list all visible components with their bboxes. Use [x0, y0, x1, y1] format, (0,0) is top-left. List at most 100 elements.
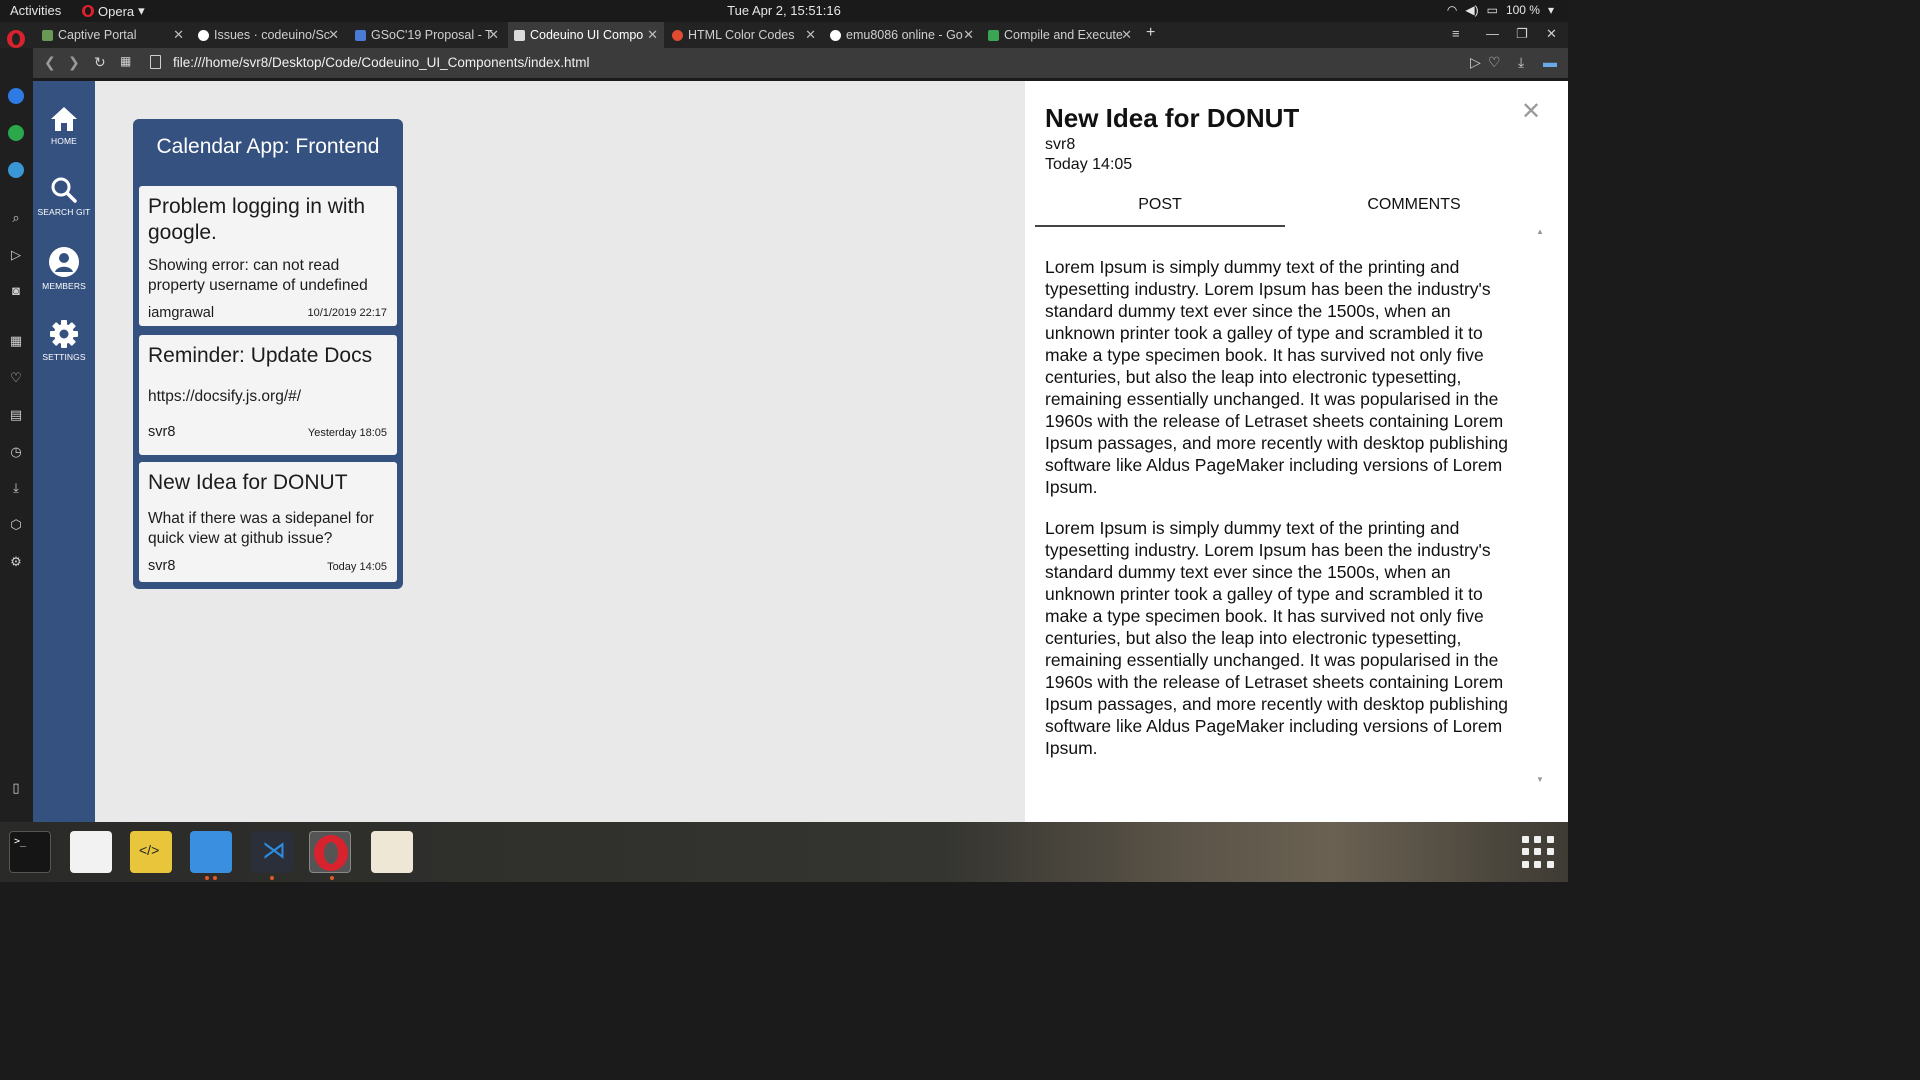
news-icon[interactable]: ▤ — [8, 407, 24, 423]
issue-card[interactable]: New Idea for DONUT What if there was a s… — [139, 462, 397, 582]
scroll-up-icon[interactable]: ▲ — [1536, 227, 1544, 236]
close-icon[interactable]: ✕ — [647, 27, 658, 43]
heart-icon[interactable]: ♡ — [1488, 54, 1501, 71]
terminal-icon[interactable]: >_ — [9, 831, 51, 873]
scroll-down-icon[interactable]: ▼ — [1536, 775, 1544, 784]
new-tab-button[interactable]: + — [1146, 24, 1155, 42]
post-paragraph: Lorem Ipsum is simply dummy text of the … — [1045, 518, 1509, 758]
running-indicator — [330, 876, 334, 880]
tab-comments[interactable]: COMMENTS — [1289, 196, 1539, 214]
system-top-bar: Activities Opera ▾ Tue Apr 2, 15:51:16 ◠… — [0, 0, 1568, 22]
issue-description: What if there was a sidepanel for quick … — [148, 510, 374, 547]
back-icon[interactable]: ❮ — [44, 54, 56, 71]
messenger-icon[interactable] — [8, 88, 24, 104]
history-icon[interactable]: ◷ — [8, 444, 24, 460]
minimize-icon[interactable]: — — [1486, 26, 1499, 41]
board-column: Calendar App: Frontend Problem logging i… — [133, 119, 403, 589]
close-icon[interactable]: ✕ — [488, 27, 499, 43]
downloads-icon[interactable]: ⤓ — [8, 480, 24, 496]
issue-author: svr8 — [148, 424, 176, 440]
opera-sidebar: ⌕ ▷ ◙ ▦ ♡ ▤ ◷ ⤓ ⬡ ⚙ ▯ — [0, 48, 33, 822]
tab-gsoc-proposal[interactable]: GSoC'19 Proposal - T ✕ — [349, 22, 505, 48]
tab-title: Captive Portal — [58, 28, 137, 42]
detail-author: svr8 — [1045, 136, 1076, 153]
battery-saver-icon[interactable]: ▬ — [1543, 54, 1557, 70]
show-apps-icon[interactable] — [1522, 836, 1554, 868]
whatsapp-icon[interactable] — [8, 125, 24, 141]
clock[interactable]: Tue Apr 2, 15:51:16 — [0, 3, 1568, 18]
system-tray[interactable]: ◠ ◀) ▭ 100 % ▾ — [1447, 3, 1554, 17]
issue-title: New Idea for DONUT — [148, 471, 348, 494]
tab-title: Compile and Execute — [1004, 28, 1123, 42]
opera-dock-icon[interactable] — [309, 831, 351, 873]
volume-icon: ◀) — [1465, 3, 1479, 17]
nav-settings[interactable]: SETTINGS — [33, 319, 95, 362]
battery-level: 100 % — [1505, 3, 1540, 17]
tab-compile-execute[interactable]: Compile and Execute ✕ — [982, 22, 1138, 48]
home-icon — [51, 107, 77, 131]
close-icon[interactable]: ✕ — [1521, 97, 1541, 126]
issue-title: Problem logging in with google. — [148, 195, 366, 244]
telegram-icon[interactable] — [8, 162, 24, 178]
app-nav-panel: HOME SEARCH GIT MEMBERS SETTINGS — [33, 81, 95, 822]
tab-codeuino-ui[interactable]: Codeuino UI Compo ✕ — [508, 22, 664, 48]
opera-menu-icon[interactable] — [7, 30, 25, 48]
nav-search-git[interactable]: SEARCH GIT — [33, 176, 95, 217]
issue-card[interactable]: Problem logging in with google. Showing … — [139, 186, 397, 326]
extensions-icon[interactable]: ⬡ — [8, 517, 24, 533]
close-icon[interactable]: ✕ — [963, 27, 974, 43]
close-icon[interactable]: ✕ — [328, 27, 339, 43]
bookmarks-icon[interactable]: ♡ — [8, 370, 24, 386]
running-indicator — [270, 876, 274, 880]
forward-icon[interactable]: ❯ — [68, 54, 80, 71]
search-icon[interactable]: ⌕ — [8, 210, 24, 226]
tab-captive-portal[interactable]: Captive Portal ✕ — [36, 22, 190, 48]
flow-icon[interactable]: ▷ — [8, 247, 24, 263]
snapshot-icon[interactable]: ◙ — [8, 283, 24, 299]
close-icon[interactable]: ✕ — [173, 27, 184, 43]
tab-html-color-codes[interactable]: HTML Color Codes ✕ — [666, 22, 822, 48]
settings-icon[interactable]: ⚙ — [8, 554, 24, 570]
reload-icon[interactable]: ↻ — [94, 54, 106, 71]
tab-title: emu8086 online - Go — [846, 28, 963, 42]
post-paragraph: Lorem Ipsum is simply dummy text of the … — [1045, 257, 1509, 497]
chevron-down-icon: ▾ — [1547, 3, 1554, 17]
issue-date: Today 14:05 — [327, 561, 387, 573]
close-icon[interactable]: ✕ — [805, 27, 816, 43]
code-icon — [988, 29, 999, 41]
docs-icon — [355, 29, 366, 41]
nav-label: SETTINGS — [42, 352, 86, 362]
gear-icon — [50, 320, 78, 348]
issue-link[interactable]: https://docsify.js.org/#/ — [148, 387, 392, 407]
page-icon — [150, 55, 161, 69]
tab-emu8086[interactable]: emu8086 online - Go ✕ — [824, 22, 980, 48]
vscode-icon[interactable]: ⋊ — [251, 831, 293, 873]
speed-dial-icon[interactable]: ▦ — [8, 333, 24, 349]
battery-icon: ▭ — [1486, 3, 1498, 17]
dock: >_ </> ⋊ — [0, 822, 1568, 882]
close-window-icon[interactable]: ✕ — [1546, 26, 1557, 42]
close-icon[interactable]: ✕ — [1121, 27, 1132, 43]
sidebar-toggle-icon[interactable]: ▯ — [8, 780, 24, 796]
nav-label: SEARCH GIT — [37, 207, 91, 217]
tab-post[interactable]: POST — [1035, 196, 1285, 214]
url-input[interactable]: file:///home/svr8/Desktop/Code/Codeuino_… — [173, 55, 589, 70]
text-editor-icon[interactable] — [70, 831, 112, 873]
nav-members[interactable]: MEMBERS — [33, 246, 95, 291]
app-installer-icon[interactable] — [371, 831, 413, 873]
issue-date: Yesterday 18:05 — [307, 427, 387, 439]
nav-label: HOME — [51, 136, 77, 146]
wifi-icon: ◠ — [1446, 3, 1458, 17]
issue-card[interactable]: Reminder: Update Docs https://docsify.js… — [139, 335, 397, 455]
sublime-icon[interactable]: </> — [130, 831, 172, 873]
active-tab-indicator — [1035, 225, 1285, 227]
tabs-grid-icon[interactable]: ▦ — [120, 54, 131, 68]
finder-icon[interactable] — [190, 831, 232, 873]
tab-menu-icon[interactable]: ≡ — [1452, 26, 1460, 41]
restore-icon[interactable]: ❐ — [1516, 26, 1528, 42]
download-icon[interactable]: ⤓ — [1518, 54, 1524, 71]
send-icon[interactable]: ▷ — [1470, 54, 1481, 71]
nav-home[interactable]: HOME — [33, 105, 95, 146]
tab-title: HTML Color Codes — [688, 28, 795, 42]
tab-issues[interactable]: Issues · codeuino/Sc ✕ — [192, 22, 345, 48]
